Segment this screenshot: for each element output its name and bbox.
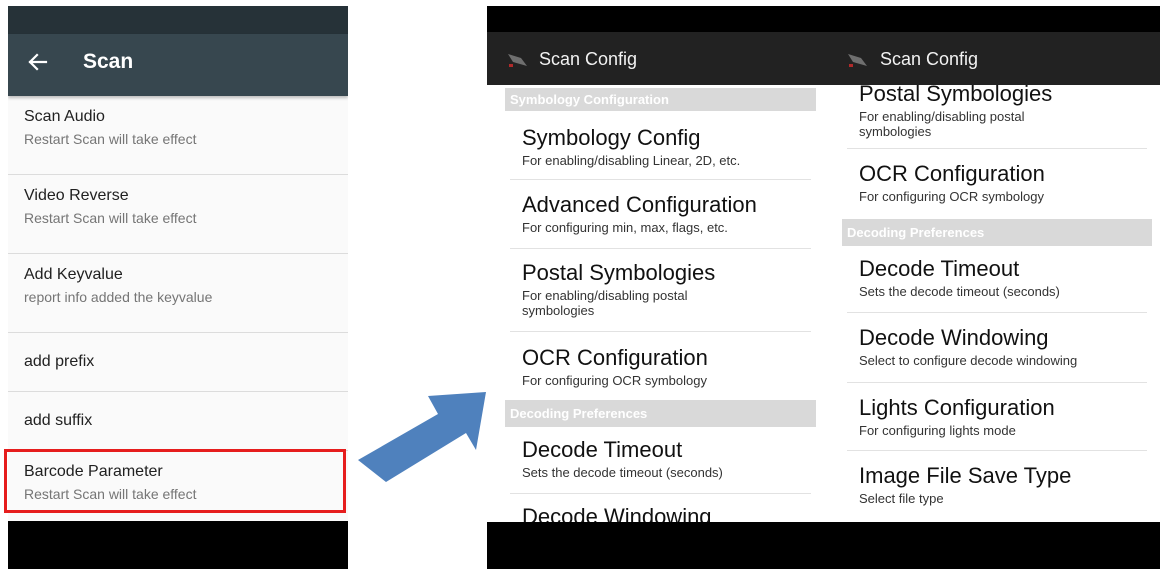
navigation-bar xyxy=(487,522,1160,569)
pref-title: Postal Symbologies xyxy=(522,260,716,285)
pref-postal-symbologies[interactable]: Postal Symbologies For enabling/disablin… xyxy=(847,85,1147,149)
config-list-top: Symbology Configuration Symbology Config… xyxy=(505,85,816,522)
pref-title: Image File Save Type xyxy=(859,463,1072,488)
pref-title: Decode Windowing xyxy=(522,504,712,522)
config-list-scrolled: Postal Symbologies For enabling/disablin… xyxy=(842,85,1152,522)
pref-postal-symbologies[interactable]: Postal Symbologies For enabling/disablin… xyxy=(510,249,811,332)
pref-subtitle: Select to configure decode windowing xyxy=(859,353,1078,368)
setting-title: Scan Audio xyxy=(24,108,105,125)
pref-title: OCR Configuration xyxy=(859,161,1045,186)
pref-title: Decode Windowing xyxy=(859,325,1049,350)
right-arrow-icon xyxy=(358,392,486,482)
pref-decode-timeout[interactable]: Decode Timeout Sets the decode timeout (… xyxy=(847,246,1147,313)
pref-subtitle: Sets the decode timeout (seconds) xyxy=(859,284,1060,299)
app-header-right: Scan Config xyxy=(827,32,1160,85)
setting-title: add suffix xyxy=(24,412,93,429)
arrow-left-icon[interactable] xyxy=(26,51,48,73)
pref-subtitle: For configuring lights mode xyxy=(859,423,1016,438)
pref-subtitle: For configuring min, max, flags, etc. xyxy=(522,220,728,235)
pref-image-file-save-type[interactable]: Image File Save Type Select file type xyxy=(847,451,1147,519)
app-logo-icon xyxy=(508,54,527,67)
setting-subtitle: Restart Scan will take effect xyxy=(24,210,197,226)
status-bar xyxy=(487,6,1160,32)
pref-subtitle: For enabling/disabling Linear, 2D, etc. xyxy=(522,153,741,168)
page-title: Scan xyxy=(83,50,134,73)
setting-title: add prefix xyxy=(24,353,95,370)
pref-title: OCR Configuration xyxy=(522,345,708,370)
app-header: Scan Config Scan Config xyxy=(487,32,1160,85)
pref-subtitle: For enabling/disabling postal symbologie… xyxy=(522,288,688,318)
pref-decode-windowing[interactable]: Decode Windowing Select to configure dec… xyxy=(847,313,1147,383)
app-bar: Scan xyxy=(8,34,348,96)
pref-subtitle: For enabling/disabling postal symbologie… xyxy=(859,109,1025,139)
pref-subtitle: Sets the decode timeout (seconds) xyxy=(522,465,723,480)
setting-scan-audio[interactable]: Scan Audio Restart Scan will take effect xyxy=(8,96,348,175)
setting-subtitle: Restart Scan will take effect xyxy=(24,131,197,147)
app-logo-icon xyxy=(848,54,867,67)
category-header: Symbology Configuration xyxy=(505,88,816,111)
pref-lights-config[interactable]: Lights Configuration For configuring lig… xyxy=(847,383,1147,451)
scan-config-screens: Scan Config Scan Config Symbology Config… xyxy=(487,6,1160,569)
setting-add-keyvalue[interactable]: Add Keyvalue report info added the keyva… xyxy=(8,254,348,333)
pref-symbology-config[interactable]: Symbology Config For enabling/disabling … xyxy=(510,111,811,180)
setting-video-reverse[interactable]: Video Reverse Restart Scan will take eff… xyxy=(8,175,348,254)
app-title: Scan Config xyxy=(539,49,638,69)
category-header: Decoding Preferences xyxy=(505,400,816,427)
pref-subtitle: Select file type xyxy=(859,491,944,506)
pref-title: Symbology Config xyxy=(522,125,701,150)
setting-add-prefix[interactable]: add prefix xyxy=(8,333,348,392)
pref-ocr-config[interactable]: OCR Configuration For configuring OCR sy… xyxy=(847,149,1147,219)
setting-title: Add Keyvalue xyxy=(24,266,123,283)
setting-add-suffix[interactable]: add suffix xyxy=(8,392,348,451)
setting-title: Video Reverse xyxy=(24,187,129,204)
status-bar xyxy=(8,6,348,34)
pref-subtitle: For configuring OCR symbology xyxy=(859,189,1044,204)
category-header: Decoding Preferences xyxy=(842,219,1152,246)
pref-decode-timeout[interactable]: Decode Timeout Sets the decode timeout (… xyxy=(510,427,811,494)
app-title: Scan Config xyxy=(880,49,979,69)
pref-subtitle: For configuring OCR symbology xyxy=(522,373,707,388)
pref-title: Lights Configuration xyxy=(859,395,1055,420)
highlight-box xyxy=(4,449,346,513)
pref-title: Decode Timeout xyxy=(522,437,683,462)
pref-title: Advanced Configuration xyxy=(522,192,757,217)
pref-advanced-config[interactable]: Advanced Configuration For configuring m… xyxy=(510,180,811,249)
pref-title: Postal Symbologies xyxy=(859,85,1053,106)
setting-subtitle: report info added the keyvalue xyxy=(24,289,213,305)
pref-title: Decode Timeout xyxy=(859,256,1020,281)
navigation-bar xyxy=(8,521,348,569)
pref-decode-windowing[interactable]: Decode Windowing xyxy=(510,494,811,522)
pref-ocr-config[interactable]: OCR Configuration For configuring OCR sy… xyxy=(510,332,811,400)
app-header-left: Scan Config xyxy=(487,32,827,85)
